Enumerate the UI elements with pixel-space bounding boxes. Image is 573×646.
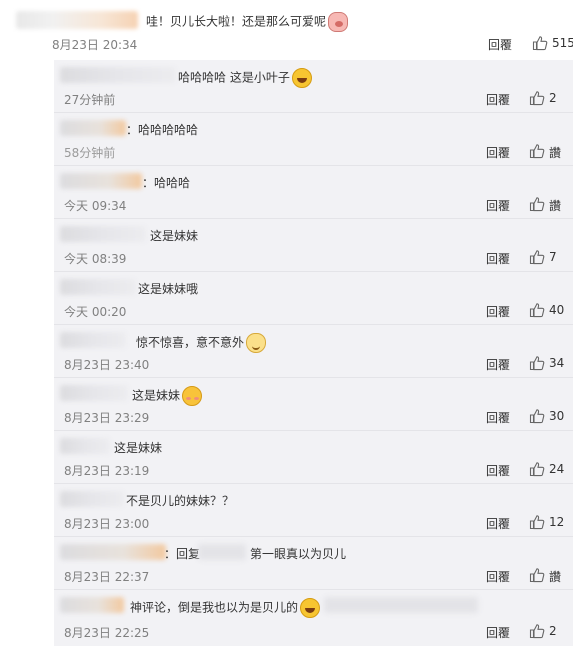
thumbs-up-icon[interactable] xyxy=(529,408,545,424)
blurred-username[interactable] xyxy=(60,120,126,136)
reply-text: 神评论，倒是我也以为是贝儿的 xyxy=(130,598,321,618)
thumbs-up-icon[interactable] xyxy=(529,567,545,583)
comment-date: 8月23日 20:34 xyxy=(52,38,138,52)
blurred-username[interactable] xyxy=(60,173,142,189)
reply-text: 这是妹妹 xyxy=(150,229,199,243)
reply-date: 今天 00:20 xyxy=(64,305,127,319)
thumbs-up-icon[interactable] xyxy=(529,143,545,159)
comment-text: 哇！贝儿长大啦！还是那么可爱呢 xyxy=(146,12,349,32)
reply-text: 这是妹妹 xyxy=(132,386,203,406)
like-count: 24 xyxy=(549,462,565,476)
like-count: 7 xyxy=(549,250,557,264)
thumbs-up-icon[interactable] xyxy=(529,196,545,212)
reply-item: ：哈哈哈哈哈 58分钟前 回覆 讚 xyxy=(54,113,573,166)
reply-button[interactable]: 回覆 xyxy=(486,250,510,267)
like-count: 讚 xyxy=(549,146,562,160)
reply-button[interactable]: 回覆 xyxy=(486,303,510,320)
reply-text: 这是妹妹 xyxy=(114,441,163,455)
like-count: 讚 xyxy=(549,570,562,584)
reply-date: 8月23日 23:40 xyxy=(64,358,150,372)
thumbs-up-icon[interactable] xyxy=(532,35,548,51)
reply-date: 今天 09:34 xyxy=(64,199,127,213)
laugh-cry-icon xyxy=(300,598,321,618)
blurred-username[interactable] xyxy=(60,438,110,454)
laugh-cry-icon xyxy=(291,68,312,88)
blurred-text xyxy=(324,597,478,613)
reply-button[interactable]: 回覆 xyxy=(486,356,510,373)
reply-item: 不是贝儿的妹妹？？ 8月23日 23:00 回覆 12 xyxy=(54,484,573,537)
reply-text: 惊不惊喜，意不意外 xyxy=(136,333,267,353)
blurred-username[interactable] xyxy=(60,597,124,613)
reply-text: ：回复 xyxy=(164,547,201,561)
thumbs-up-icon[interactable] xyxy=(529,249,545,265)
reply-button[interactable]: 回覆 xyxy=(486,462,510,479)
thumbs-up-icon[interactable] xyxy=(529,355,545,371)
reply-item: ：回复 第一眼真以为贝儿 8月23日 22:37 回覆 讚 xyxy=(54,537,573,590)
reply-date: 58分钟前 xyxy=(64,146,116,160)
blurred-username[interactable] xyxy=(60,226,146,242)
like-count: 2 xyxy=(549,624,557,638)
reply-button[interactable]: 回覆 xyxy=(486,91,510,108)
blurred-username[interactable] xyxy=(16,11,138,29)
like-count: 30 xyxy=(549,409,565,423)
reply-date: 今天 08:39 xyxy=(64,252,127,266)
reply-text: 这是妹妹哦 xyxy=(138,282,199,296)
reply-button[interactable]: 回覆 xyxy=(486,144,510,161)
reply-date: 8月23日 23:29 xyxy=(64,411,150,425)
like-count: 34 xyxy=(549,356,565,370)
like-count: 讚 xyxy=(549,199,562,213)
thumbs-up-icon[interactable] xyxy=(529,302,545,318)
reply-button[interactable]: 回覆 xyxy=(486,515,510,532)
reply-date: 8月23日 22:25 xyxy=(64,626,150,640)
reply-item: 这是妹妹哦 今天 00:20 回覆 40 xyxy=(54,272,573,325)
pig-face-icon xyxy=(328,12,349,32)
reply-text: 不是贝儿的妹妹？？ xyxy=(126,494,235,508)
reply-item: 这是妹妹 8月23日 23:29 回覆 30 xyxy=(54,378,573,431)
reply-button[interactable]: 回覆 xyxy=(486,568,510,585)
reply-text: ：哈哈哈 xyxy=(142,176,191,190)
reply-text: ：哈哈哈哈哈 xyxy=(126,123,199,137)
thumbs-up-icon[interactable] xyxy=(529,514,545,530)
blurred-username[interactable] xyxy=(60,544,166,560)
reply-date: 27分钟前 xyxy=(64,93,116,107)
like-count: 12 xyxy=(549,515,565,529)
blurred-username[interactable] xyxy=(60,332,126,348)
reply-date: 8月23日 23:00 xyxy=(64,517,150,531)
main-comment: 哇！贝儿长大啦！还是那么可爱呢 8月23日 20:34 回覆 515 xyxy=(0,0,573,60)
thumbs-up-icon[interactable] xyxy=(529,90,545,106)
blurred-username[interactable] xyxy=(60,491,124,507)
reply-item: ：哈哈哈 今天 09:34 回覆 讚 xyxy=(54,166,573,219)
reply-item: 神评论，倒是我也以为是贝儿的 8月23日 22:25 回覆 2 xyxy=(54,590,573,646)
thumbs-up-icon[interactable] xyxy=(529,623,545,639)
like-count: 515 xyxy=(552,36,573,50)
blurred-username[interactable] xyxy=(60,67,176,83)
reply-button[interactable]: 回覆 xyxy=(486,624,510,641)
blurred-username[interactable] xyxy=(60,385,128,401)
blush-face-icon xyxy=(182,386,203,406)
reply-text-continued: 第一眼真以为贝儿 xyxy=(250,547,347,561)
reply-button[interactable]: 回覆 xyxy=(488,36,512,53)
reply-button[interactable]: 回覆 xyxy=(486,197,510,214)
reply-item: 惊不惊喜，意不意外 8月23日 23:40 回覆 34 xyxy=(54,325,573,378)
reply-item: 这是妹妹 8月23日 23:19 回覆 24 xyxy=(54,431,573,484)
reply-date: 8月23日 22:37 xyxy=(64,570,150,584)
reply-item: 这是妹妹 今天 08:39 回覆 7 xyxy=(54,219,573,272)
like-count: 40 xyxy=(549,303,565,317)
reply-button[interactable]: 回覆 xyxy=(486,409,510,426)
reply-text: 哈哈哈哈 这是小叶子 xyxy=(178,68,312,88)
cat-face-icon xyxy=(246,333,267,353)
blurred-mention[interactable] xyxy=(198,544,246,560)
blurred-username[interactable] xyxy=(60,279,136,295)
reply-date: 8月23日 23:19 xyxy=(64,464,150,478)
thumbs-up-icon[interactable] xyxy=(529,461,545,477)
like-count: 2 xyxy=(549,91,557,105)
reply-item: 哈哈哈哈 这是小叶子 27分钟前 回覆 2 xyxy=(54,60,573,113)
